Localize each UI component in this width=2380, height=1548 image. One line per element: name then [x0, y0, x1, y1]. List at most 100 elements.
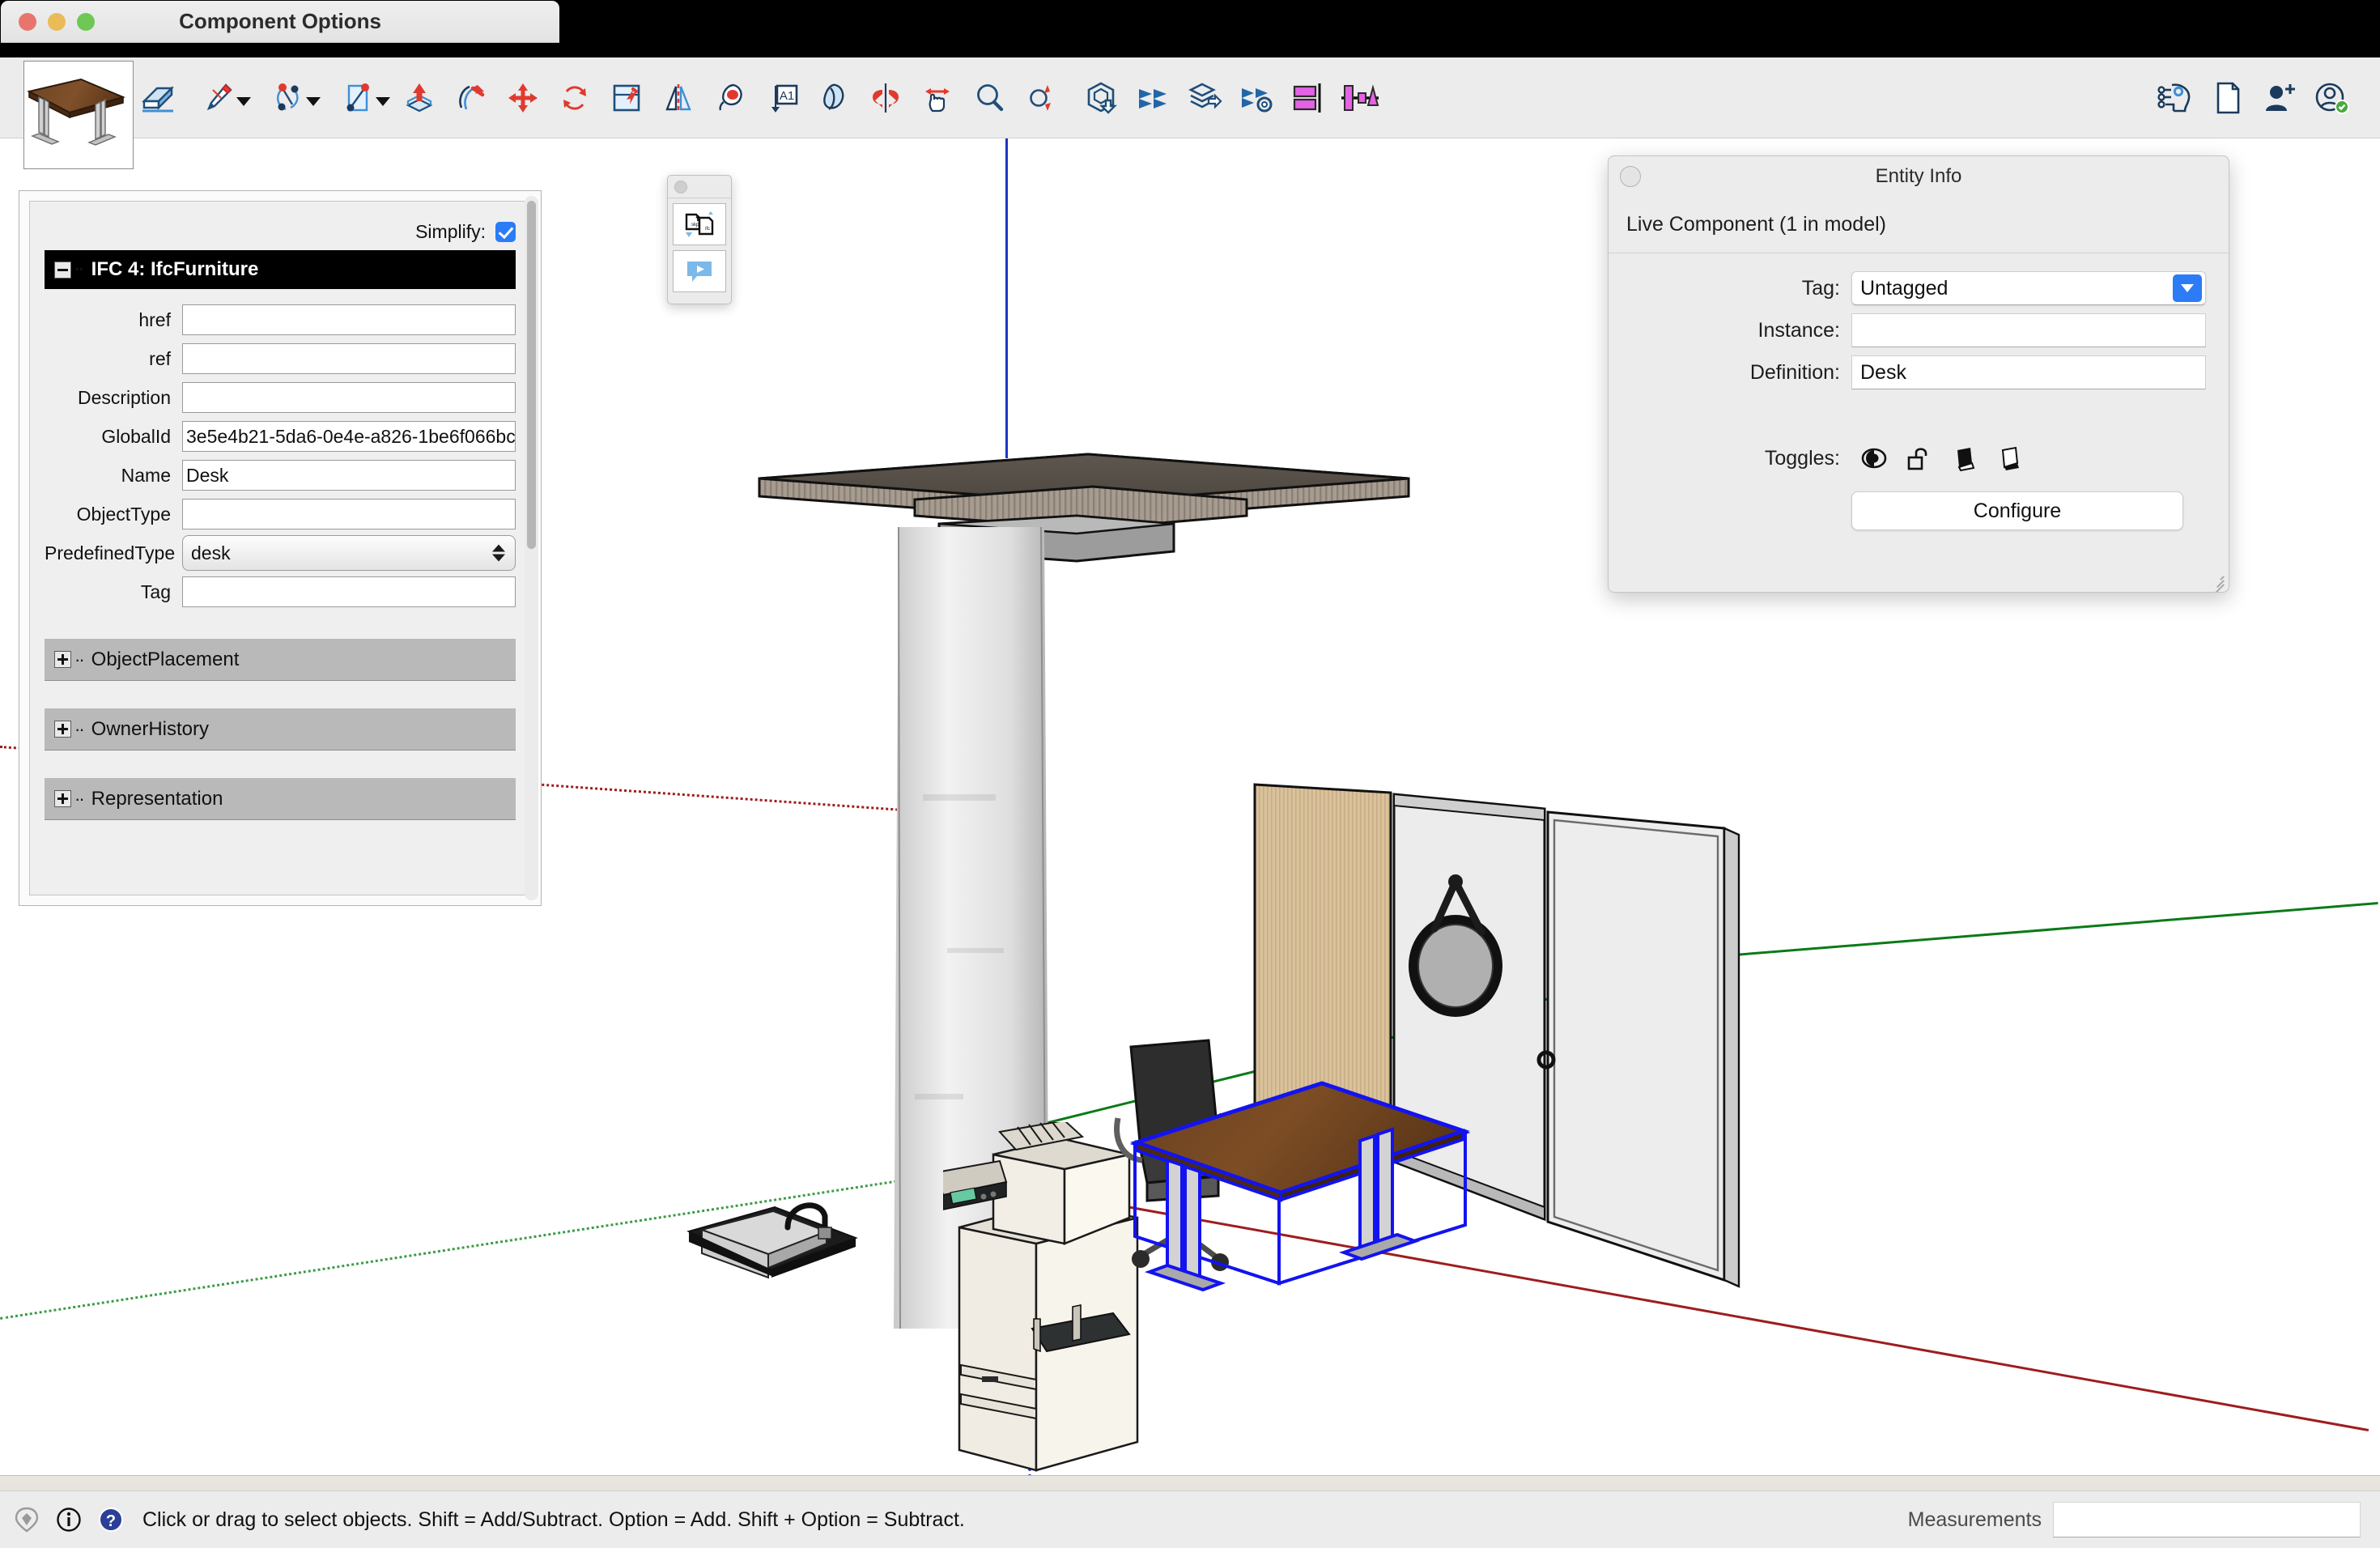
receive-shadow-icon[interactable] — [1942, 440, 1987, 476]
instance-label: Instance: — [1609, 319, 1851, 342]
component-options-scrollbar[interactable] — [525, 196, 538, 900]
chevron-down-icon[interactable] — [236, 97, 251, 106]
definition-label: Definition: — [1609, 361, 1851, 385]
ifc-settings-tool[interactable] — [1230, 69, 1282, 127]
entity-info-title: Entity Info — [1876, 165, 1962, 188]
entity-info-subtitle: Live Component (1 in model) — [1609, 197, 2229, 253]
zoom-window-tool[interactable] — [963, 69, 1015, 127]
follow-me-tool[interactable] — [445, 69, 497, 127]
ifc-export-tool[interactable] — [1127, 69, 1179, 127]
pan-tool[interactable] — [912, 69, 963, 127]
align-vertical-tool[interactable] — [1282, 69, 1334, 127]
name-input[interactable]: Desk — [182, 460, 516, 491]
field-description: Description — [45, 378, 516, 417]
objecttype-input[interactable] — [182, 499, 516, 529]
simplify-row: Simplify: — [45, 213, 516, 250]
globalid-input[interactable]: 3e5e4b21-5da6-0e4e-a826-1be6f066bc — [182, 421, 516, 452]
desk-object-selected[interactable] — [1125, 1070, 1514, 1410]
description-input[interactable] — [182, 382, 516, 413]
expand-plus-icon[interactable] — [54, 651, 71, 668]
info-circle-icon[interactable] — [53, 1504, 84, 1535]
floating-mini-toolbar[interactable]: skpifc — [667, 175, 732, 304]
mirror-tool[interactable] — [652, 69, 704, 127]
field-label: PredefinedType — [45, 542, 182, 564]
svg-text:ifc: ifc — [705, 227, 710, 232]
entity-info-titlebar[interactable]: Entity Info — [1609, 156, 2229, 197]
kitchen-sink-object[interactable] — [684, 1179, 870, 1308]
svg-text:A1: A1 — [780, 89, 794, 103]
configure-button[interactable]: Configure — [1851, 491, 2183, 530]
ceiling-slab-object[interactable] — [753, 446, 1417, 713]
resize-grip[interactable] — [2208, 571, 2224, 587]
scrollbar-thumb[interactable] — [527, 201, 536, 549]
row-instance: Instance: — [1609, 310, 2206, 351]
scale-tool[interactable] — [601, 69, 652, 127]
instance-input[interactable] — [1851, 313, 2206, 347]
definition-input[interactable]: Desk — [1851, 355, 2206, 389]
href-input[interactable] — [182, 304, 516, 335]
close-icon[interactable] — [1620, 166, 1641, 187]
chevron-down-icon[interactable] — [306, 97, 321, 106]
grip-dot-icon — [674, 181, 687, 194]
measurements-input[interactable] — [2053, 1502, 2361, 1537]
field-label: href — [45, 309, 182, 331]
entity-info-rows: Tag: Untagged Instance: Definition: Desk… — [1609, 253, 2229, 530]
desk-thumbnail — [23, 61, 134, 169]
stepper-arrows-icon[interactable] — [492, 545, 505, 562]
zoom-extents-tool[interactable] — [1015, 69, 1067, 127]
location-pin-icon[interactable] — [11, 1504, 42, 1535]
account-button[interactable] — [2306, 69, 2357, 127]
section-objectplacement[interactable]: ·· ObjectPlacement — [45, 639, 516, 681]
predefinedtype-select[interactable]: desk — [182, 535, 516, 571]
blue-axis — [1005, 138, 1008, 458]
line-tool[interactable] — [185, 69, 254, 127]
collapse-minus-icon[interactable] — [54, 262, 71, 279]
tag-input[interactable] — [182, 576, 516, 607]
entity-info-panel[interactable]: Entity Info Live Component (1 in model) … — [1608, 155, 2229, 593]
expand-plus-icon[interactable] — [54, 790, 71, 807]
layers-export-tool[interactable] — [1179, 69, 1230, 127]
section-representation[interactable]: ·· Representation — [45, 778, 516, 820]
text-tool[interactable]: A1 — [756, 69, 808, 127]
section-ownerhistory[interactable]: ·· OwnerHistory — [45, 708, 516, 751]
ifc-section-header[interactable]: ·· IFC 4: IfcFurniture — [45, 250, 516, 289]
flip-tool[interactable] — [860, 69, 912, 127]
invite-user-button[interactable] — [2254, 69, 2306, 127]
play-tip-button[interactable] — [673, 250, 726, 292]
rotate-tool[interactable] — [549, 69, 601, 127]
leader-dots: ·· — [74, 649, 83, 670]
visibility-eye-icon[interactable] — [1851, 440, 1897, 476]
arc-tool[interactable] — [254, 69, 324, 127]
ref-input[interactable] — [182, 343, 516, 374]
chevron-down-icon[interactable] — [2173, 274, 2202, 302]
simplify-checkbox[interactable] — [495, 222, 516, 242]
field-label: Name — [45, 465, 182, 487]
paint-bucket-tool[interactable] — [704, 69, 756, 127]
import-component-tool[interactable] — [1075, 69, 1127, 127]
predefinedtype-value: desk — [191, 542, 231, 564]
distribute-tool[interactable] — [1334, 69, 1386, 127]
main-toolbar: A1 — [0, 57, 2380, 138]
field-label: Description — [45, 387, 182, 409]
status-hint: Click or drag to select objects. Shift =… — [142, 1508, 965, 1532]
status-bar: ? Click or drag to select objects. Shift… — [0, 1491, 2380, 1548]
component-options-titlebar[interactable]: Component Options — [1, 1, 559, 43]
freehand-tool[interactable] — [808, 69, 860, 127]
rectangle-tool[interactable] — [324, 69, 393, 127]
move-tool[interactable] — [497, 69, 549, 127]
expand-plus-icon[interactable] — [54, 721, 71, 738]
help-question-icon[interactable]: ? — [96, 1504, 126, 1535]
mini-toolbar-grip[interactable] — [668, 176, 731, 198]
unlock-padlock-icon[interactable] — [1897, 440, 1942, 476]
toolbar-left-group: A1 — [0, 69, 1386, 127]
tag-combo[interactable]: Untagged — [1851, 271, 2206, 305]
cast-shadow-icon[interactable] — [1987, 440, 2033, 476]
push-pull-tool[interactable] — [393, 69, 445, 127]
eraser-tool[interactable] — [133, 69, 185, 127]
field-objecttype: ObjectType — [45, 495, 516, 534]
ai-assistant-button[interactable] — [2150, 69, 2202, 127]
convert-file-button[interactable]: skpifc — [673, 203, 726, 245]
svg-text:?: ? — [106, 1512, 116, 1530]
new-document-button[interactable] — [2202, 69, 2254, 127]
chevron-down-icon[interactable] — [376, 97, 390, 106]
